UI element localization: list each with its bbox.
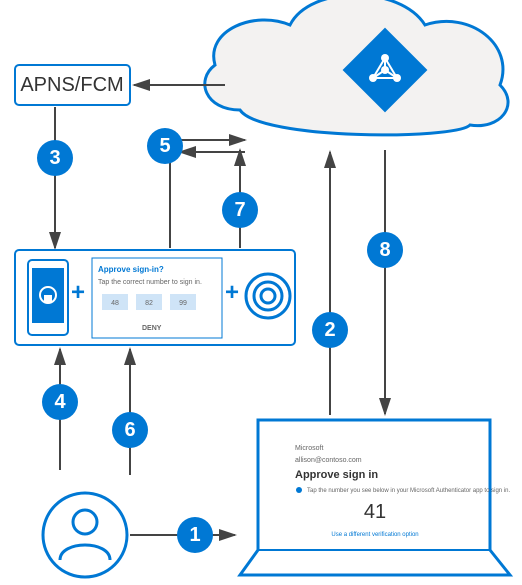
step-1: 1: [177, 517, 213, 553]
step-5: 5: [147, 128, 183, 164]
svg-text:6: 6: [124, 419, 135, 441]
step-3: 3: [37, 140, 73, 176]
svg-text:3: 3: [49, 147, 60, 169]
plus-icon-2: +: [225, 279, 239, 306]
svg-text:5: 5: [159, 135, 170, 157]
svg-text:Microsoft: Microsoft: [295, 445, 323, 452]
svg-text:99: 99: [179, 300, 187, 307]
auth-flow-diagram: APNS/FCM 3 5 7 + Approve sign-in? Tap th…: [0, 0, 522, 585]
phone-lock-icon: [28, 260, 68, 335]
svg-text:DENY: DENY: [142, 325, 162, 332]
step-2: 2: [312, 312, 348, 348]
svg-text:7: 7: [234, 199, 245, 221]
laptop-node: Microsoft allison@contoso.com Approve si…: [240, 420, 510, 575]
svg-text:8: 8: [379, 239, 390, 261]
svg-text:Tap the correct number to sign: Tap the correct number to sign in.: [98, 279, 202, 286]
svg-text:1: 1: [189, 524, 200, 546]
svg-text:Approve sign in: Approve sign in: [295, 469, 378, 481]
step-8: 8: [367, 232, 403, 268]
step-6: 6: [112, 412, 148, 448]
plus-icon: +: [71, 279, 85, 306]
svg-text:Approve sign-in?: Approve sign-in?: [98, 265, 164, 274]
svg-text:Use a different verification o: Use a different verification option: [331, 532, 418, 538]
svg-text:82: 82: [145, 300, 153, 307]
svg-text:4: 4: [54, 391, 66, 413]
svg-text:41: 41: [364, 501, 386, 523]
svg-text:48: 48: [111, 300, 119, 307]
svg-text:allison@contoso.com: allison@contoso.com: [295, 457, 362, 464]
apns-fcm-label: APNS/FCM: [20, 74, 123, 96]
approve-card: Approve sign-in? Tap the correct number …: [92, 258, 222, 338]
svg-text:Tap the number you see below i: Tap the number you see below in your Mic…: [307, 488, 510, 494]
step-4: 4: [42, 384, 78, 420]
svg-text:2: 2: [324, 319, 335, 341]
step-7: 7: [222, 192, 258, 228]
user-icon: [43, 493, 127, 577]
